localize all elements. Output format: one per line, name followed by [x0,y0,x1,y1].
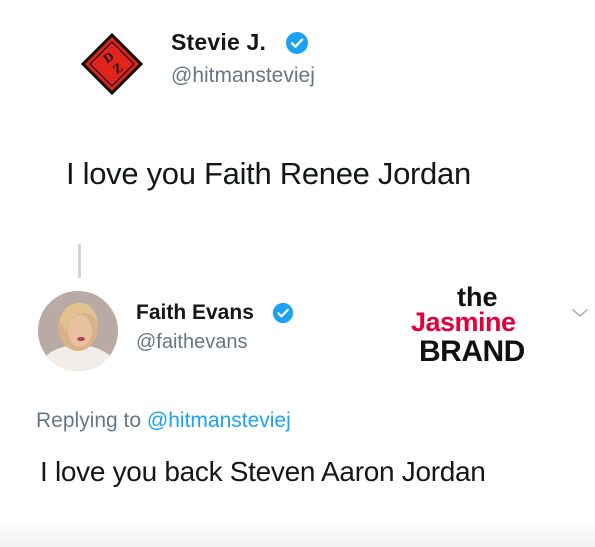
the-jasmine-brand-watermark: the Jasmine BRAND [405,282,555,372]
tweet2-handle[interactable]: @faithevans [136,331,247,354]
reply-mention-link[interactable]: @hitmansteviej [147,409,291,432]
replying-to-line: Replying to @hitmansteviej [36,409,291,433]
watermark-line-3: BRAND [419,335,525,368]
tweet2-display-name[interactable]: Faith Evans [136,301,254,325]
thread-connector-line [78,244,81,278]
tweet1-text: I love you Faith Renee Jordan [66,156,471,191]
bottom-divider-shadow [0,520,595,547]
verified-badge-icon [272,302,294,324]
faith-evans-avatar[interactable] [38,291,118,371]
chevron-down-icon[interactable] [570,306,590,320]
tweet1-handle[interactable]: @hitmansteviej [171,64,315,88]
dz-diamond-logo-icon: D Z [80,32,144,96]
profile-photo-icon [38,291,118,371]
tweet1-display-name[interactable]: Stevie J. [171,29,266,56]
replying-to-label: Replying to [36,409,142,432]
tweet2-text: I love you back Steven Aaron Jordan [40,456,486,487]
watermark-line-2: Jasmine [411,307,516,337]
verified-badge-icon [285,31,309,55]
stevie-j-avatar[interactable]: D Z [80,32,144,96]
